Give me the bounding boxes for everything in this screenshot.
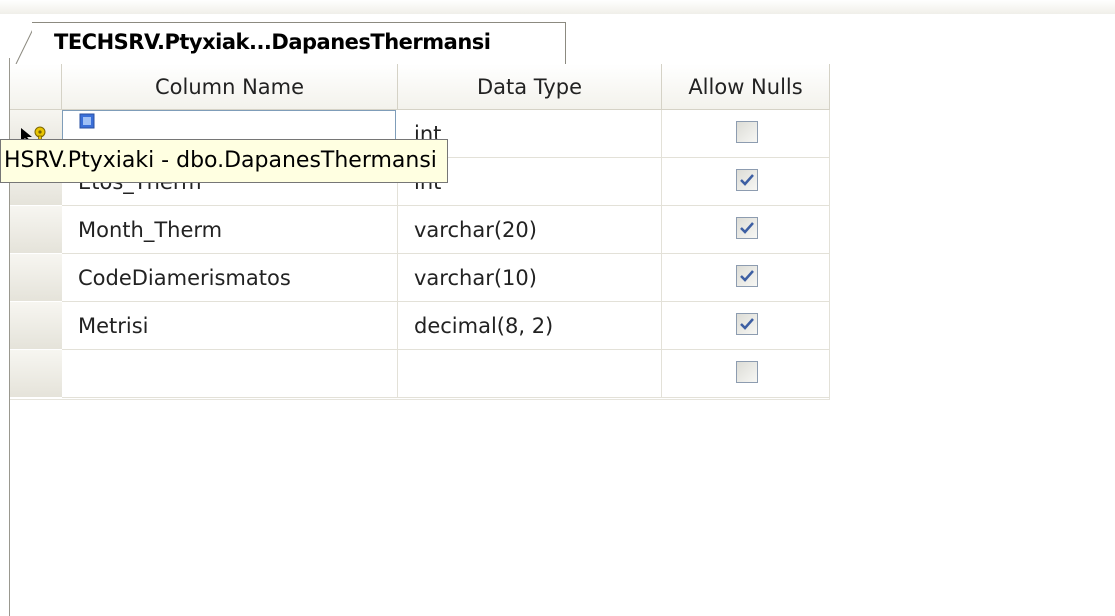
checkmark-icon <box>740 174 754 186</box>
data-type-cell[interactable]: varchar(20) <box>398 206 662 254</box>
table-row[interactable]: CodeDiamerismatos varchar(10) <box>10 254 830 302</box>
column-name-cell[interactable]: CodeDiamerismatos <box>62 254 398 302</box>
allow-nulls-cell[interactable] <box>662 350 830 398</box>
checkmark-icon <box>740 270 754 282</box>
data-type-cell[interactable] <box>398 350 662 398</box>
autocomplete-icon <box>79 113 95 129</box>
allow-nulls-cell[interactable] <box>662 206 830 254</box>
table-designer-grid: Column Name Data Type Allow Nulls int Et <box>10 64 830 400</box>
row-selector[interactable] <box>10 302 62 350</box>
allow-nulls-cell[interactable] <box>662 158 830 206</box>
document-tab-strip: TECHSRV.Ptyxiak...DapanesThermansi <box>0 14 1115 66</box>
checkmark-icon <box>740 318 754 330</box>
allow-nulls-checkbox[interactable] <box>736 265 758 287</box>
allow-nulls-cell[interactable] <box>662 110 830 158</box>
table-row[interactable]: Metrisi decimal(8, 2) <box>10 302 830 350</box>
row-selector[interactable] <box>10 350 62 398</box>
column-name-cell[interactable]: Metrisi <box>62 302 398 350</box>
allow-nulls-cell[interactable] <box>662 254 830 302</box>
tooltip: HSRV.Ptyxiaki - dbo.DapanesThermansi <box>0 139 448 183</box>
column-name-cell[interactable] <box>62 350 398 398</box>
header-data-type[interactable]: Data Type <box>398 64 662 110</box>
allow-nulls-checkbox[interactable] <box>736 121 758 143</box>
tab-table-designer[interactable]: TECHSRV.Ptyxiak...DapanesThermansi <box>32 22 566 66</box>
table-row[interactable]: Month_Therm varchar(20) <box>10 206 830 254</box>
header-column-name[interactable]: Column Name <box>62 64 398 110</box>
allow-nulls-checkbox[interactable] <box>736 217 758 239</box>
data-type-cell[interactable]: varchar(10) <box>398 254 662 302</box>
allow-nulls-checkbox[interactable] <box>736 169 758 191</box>
row-selector[interactable] <box>10 254 62 302</box>
table-row-new[interactable] <box>10 350 830 398</box>
allow-nulls-checkbox[interactable] <box>736 361 758 383</box>
header-allow-nulls[interactable]: Allow Nulls <box>662 64 830 110</box>
row-selector[interactable] <box>10 206 62 254</box>
header-row-selector <box>10 64 62 110</box>
data-type-cell[interactable]: decimal(8, 2) <box>398 302 662 350</box>
column-name-cell[interactable]: Month_Therm <box>62 206 398 254</box>
allow-nulls-checkbox[interactable] <box>736 313 758 335</box>
top-toolbar-edge <box>0 0 1115 15</box>
tab-title: TECHSRV.Ptyxiak...DapanesThermansi <box>54 30 491 54</box>
checkmark-icon <box>740 222 754 234</box>
allow-nulls-cell[interactable] <box>662 302 830 350</box>
